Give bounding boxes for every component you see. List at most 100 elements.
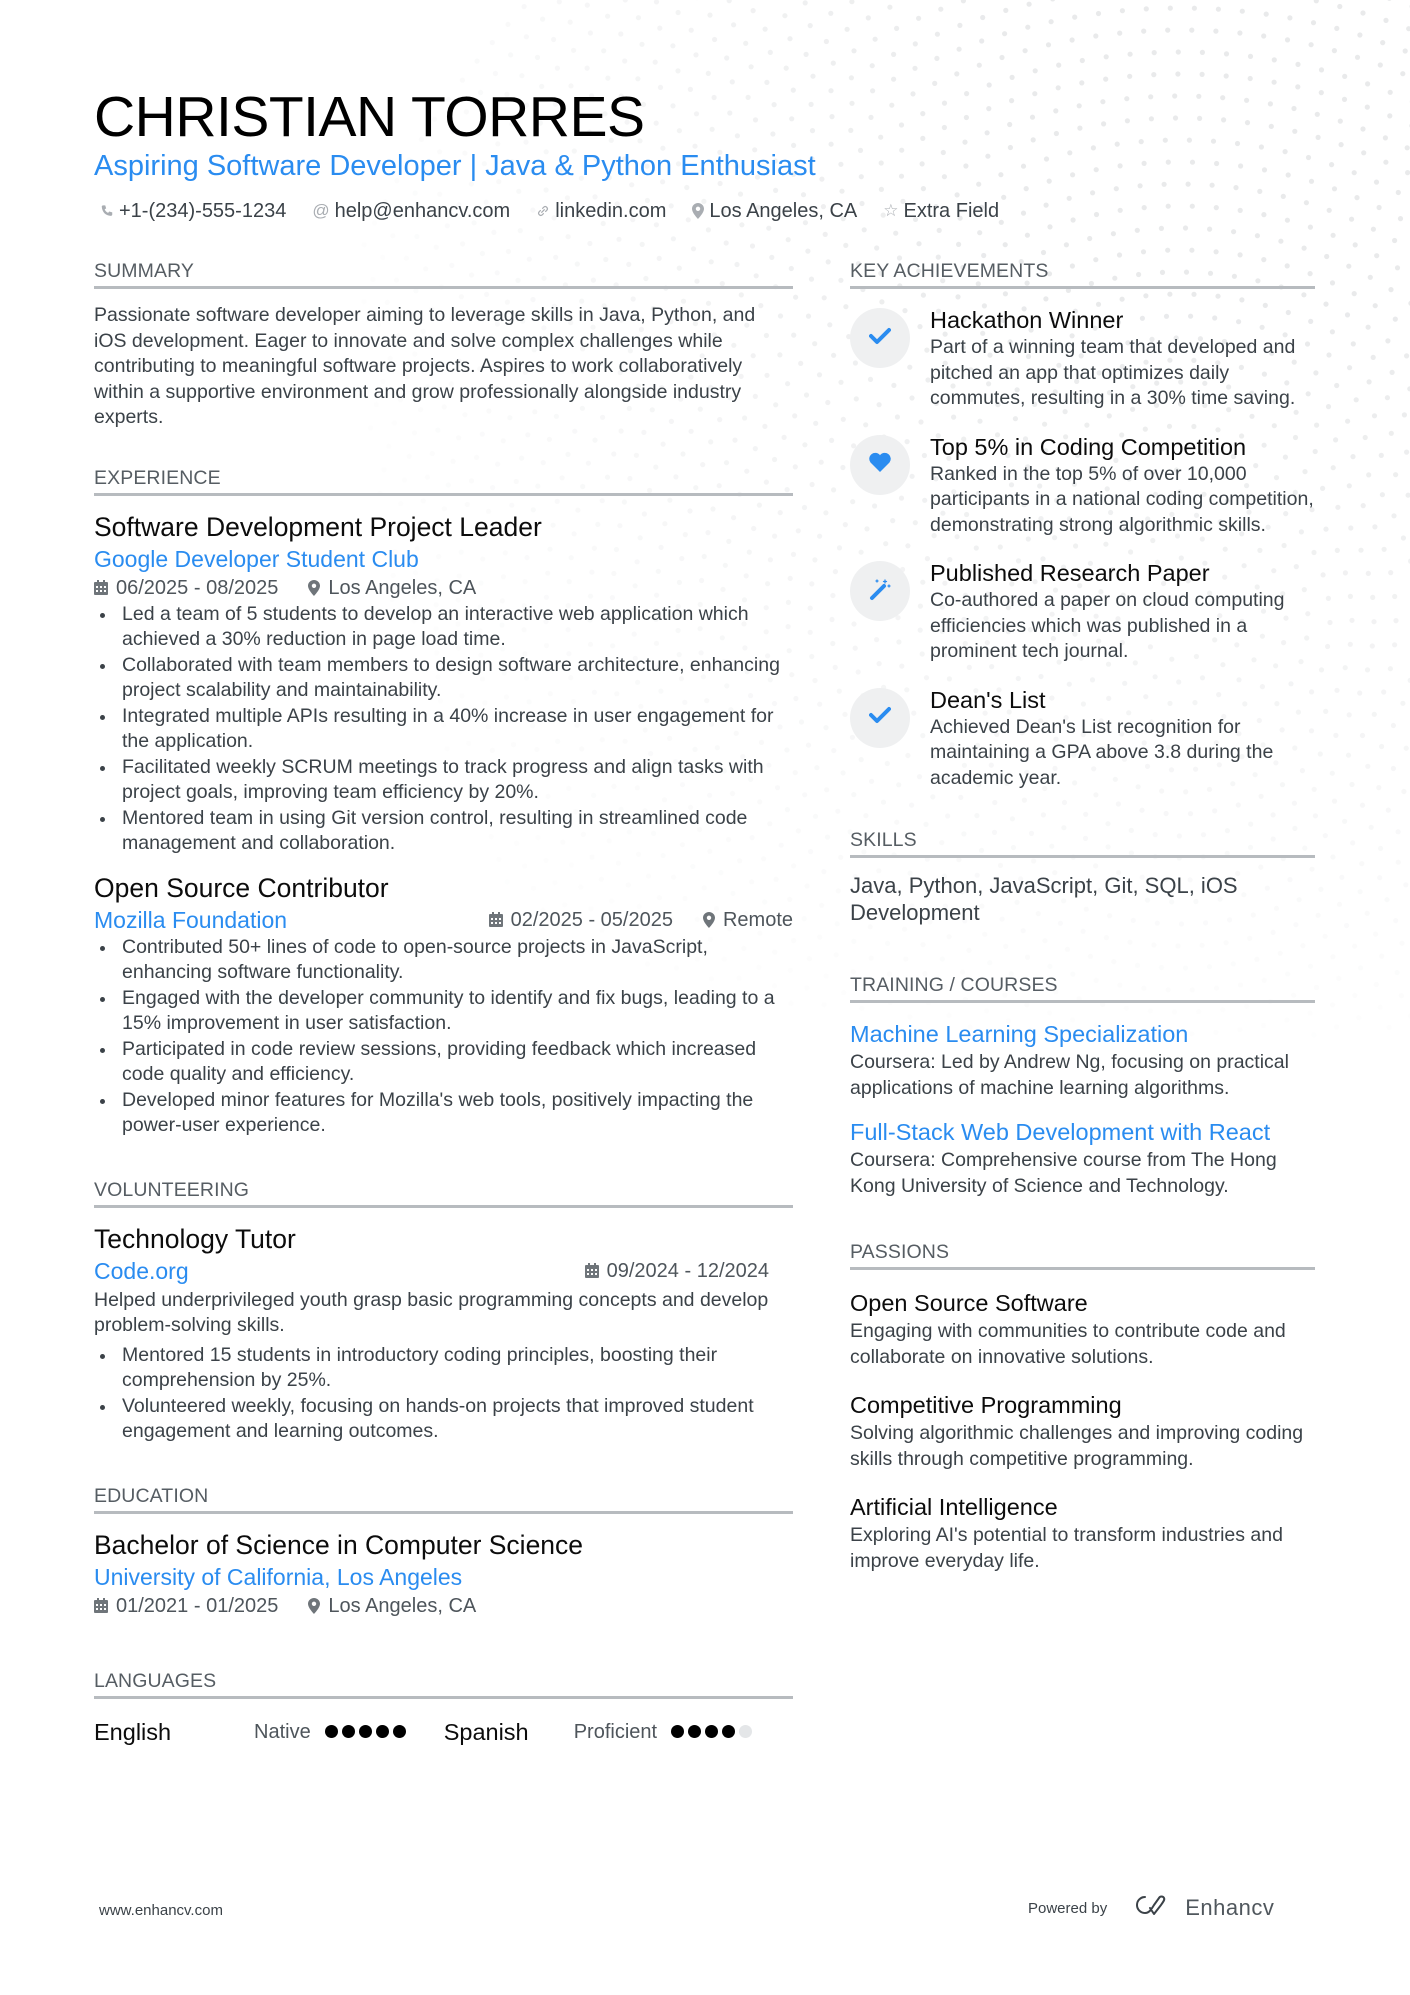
bullet-item: Led a team of 5 students to develop an i… — [94, 602, 793, 653]
job-location: Los Angeles, CA — [328, 576, 477, 599]
contact-email[interactable]: @ help@enhancv.com — [312, 197, 510, 225]
star-icon: ☆ — [883, 201, 899, 220]
languages-section: LANGUAGES English Native Spanish Profici… — [94, 1668, 793, 1747]
job-location: Remote — [722, 908, 793, 931]
section-heading: TRAINING / COURSES — [850, 972, 1315, 1003]
calendar-icon — [94, 580, 108, 595]
rating-dot-filled — [358, 1725, 372, 1738]
left-column: SUMMARY Passionate software developer ai… — [94, 258, 793, 1747]
location-icon — [692, 203, 705, 219]
rating-dot-filled — [688, 1725, 702, 1738]
passion-item: Open Source Software Engaging with commu… — [850, 1288, 1315, 1370]
achievement-description: Ranked in the top 5% of over 10,000 part… — [930, 462, 1314, 536]
contact-location: Los Angeles, CA — [692, 197, 857, 225]
job-bullets: Contributed 50+ lines of code to open-so… — [94, 935, 793, 1139]
bullet-item: Contributed 50+ lines of code to open-so… — [94, 935, 793, 986]
candidate-name: CHRISTIAN TORRES — [94, 85, 645, 149]
experience-entry: Open Source Contributor Mozilla Foundati… — [94, 871, 793, 1139]
summary-text: Passionate software developer aiming to … — [94, 304, 756, 428]
bullet-item: Engaged with the developer community to … — [94, 986, 793, 1037]
location-icon — [308, 1597, 321, 1614]
language-name: Spanish — [443, 1718, 529, 1745]
achievement-title: Top 5% in Coding Competition — [930, 433, 1247, 460]
rating-dot-filled — [722, 1725, 736, 1738]
experience-entry: Software Development Project Leader Goog… — [94, 510, 793, 857]
job-bullets: Led a team of 5 students to develop an i… — [94, 602, 793, 857]
achievement-title: Published Research Paper — [930, 560, 1210, 586]
location-icon — [308, 579, 321, 596]
summary-section: SUMMARY Passionate software developer ai… — [94, 258, 793, 431]
passion-description: Exploring AI's potential to transform in… — [850, 1524, 1283, 1572]
bullet-item: Developed minor features for Mozilla's w… — [94, 1088, 793, 1139]
role-meta: 09/2024 - 12/2024 — [584, 1257, 769, 1285]
footer-website[interactable]: www.enhancv.com — [99, 1902, 223, 1919]
achievement-description: Achieved Dean's List recognition for mai… — [930, 715, 1274, 789]
bullet-item: Volunteered weekly, focusing on hands-on… — [94, 1394, 793, 1445]
bullet-item: Integrated multiple APIs resulting in a … — [94, 704, 793, 755]
heart-icon — [868, 451, 892, 478]
section-heading: EXPERIENCE — [94, 465, 793, 496]
language-rating — [324, 1725, 406, 1738]
section-heading: LANGUAGES — [94, 1668, 793, 1699]
contact-row: +1-(234)-555-1234 @ help@enhancv.com lin… — [100, 197, 999, 225]
rating-dot-filled — [671, 1725, 685, 1738]
section-heading: EDUCATION — [94, 1483, 793, 1514]
magic-wand-icon — [868, 577, 892, 606]
training-section: TRAINING / COURSES Machine Learning Spec… — [850, 972, 1315, 1199]
passion-description: Engaging with communities to contribute … — [850, 1320, 1286, 1368]
language-rating — [671, 1725, 753, 1738]
passion-item: Competitive Programming Solving algorith… — [850, 1390, 1315, 1472]
rating-dot-filled — [324, 1725, 338, 1738]
passion-title: Competitive Programming — [850, 1392, 1122, 1418]
footer-branding: Powered by Enhancv — [1028, 1893, 1274, 1923]
section-heading: SKILLS — [850, 827, 1315, 858]
enhancv-logo[interactable]: Enhancv — [1131, 1893, 1274, 1923]
course-item: Full-Stack Web Development with React Co… — [850, 1117, 1315, 1199]
passion-title: Open Source Software — [850, 1290, 1088, 1316]
role-bullets: Mentored 15 students in introductory cod… — [94, 1343, 793, 1445]
role-description: Helped underprivileged youth grasp basic… — [94, 1288, 769, 1337]
calendar-icon — [584, 1263, 599, 1278]
language-name: English — [94, 1718, 172, 1745]
calendar-icon — [488, 912, 503, 927]
bullet-item: Facilitated weekly SCRUM meetings to tra… — [94, 755, 793, 806]
job-dates: 02/2025 - 05/2025 — [510, 908, 673, 931]
contact-extra: ☆ Extra Field — [883, 197, 999, 225]
organization[interactable]: Mozilla Foundation — [94, 905, 287, 935]
section-heading: KEY ACHIEVEMENTS — [850, 258, 1315, 289]
right-column: KEY ACHIEVEMENTS Hackathon Winner Part o… — [850, 258, 1315, 1574]
course-title[interactable]: Machine Learning Specialization — [850, 1019, 1315, 1050]
rating-dot-filled — [341, 1725, 355, 1738]
bullet-item: Participated in code review sessions, pr… — [94, 1037, 793, 1088]
calendar-icon — [94, 1598, 108, 1613]
degree: Bachelor of Science in Computer Science — [94, 1529, 584, 1560]
achievement-item: Hackathon Winner Part of a winning team … — [850, 305, 1315, 412]
language-level: Proficient — [573, 1720, 658, 1743]
skills-list: Java, Python, JavaScript, Git, SQL, iOS … — [850, 873, 1238, 925]
school[interactable]: University of California, Los Angeles — [94, 1562, 793, 1592]
bullet-item: Mentored team in using Git version contr… — [94, 806, 793, 857]
resume-page: CHRISTIAN TORRES Aspiring Software Devel… — [0, 0, 1410, 1995]
contact-linkedin[interactable]: linkedin.com — [536, 197, 666, 225]
education-dates: 01/2021 - 01/2025 — [116, 1594, 279, 1617]
achievements-section: KEY ACHIEVEMENTS Hackathon Winner Part o… — [850, 258, 1315, 791]
achievement-title: Dean's List — [930, 686, 1046, 713]
location-icon — [702, 911, 715, 928]
achievement-item: Published Research Paper Co-authored a p… — [850, 558, 1315, 665]
achievement-item: Top 5% in Coding Competition Ranked in t… — [850, 432, 1315, 539]
experience-section: EXPERIENCE Software Development Project … — [94, 465, 793, 1139]
organization[interactable]: Google Developer Student Club — [94, 544, 793, 574]
course-title[interactable]: Full-Stack Web Development with React — [850, 1117, 1315, 1148]
course-description: Coursera: Led by Andrew Ng, focusing on … — [850, 1051, 1289, 1099]
education-entry: Bachelor of Science in Computer Science … — [94, 1528, 793, 1620]
link-icon — [536, 204, 550, 218]
education-location: Los Angeles, CA — [328, 1594, 477, 1617]
role-title: Technology Tutor — [94, 1223, 296, 1254]
organization[interactable]: Code.org — [94, 1256, 189, 1286]
bullet-item: Collaborated with team members to design… — [94, 653, 793, 704]
contact-phone[interactable]: +1-(234)-555-1234 — [100, 197, 286, 225]
check-icon — [869, 327, 891, 350]
achievement-item: Dean's List Achieved Dean's List recogni… — [850, 685, 1315, 792]
passion-title: Artificial Intelligence — [850, 1494, 1058, 1520]
at-icon: @ — [312, 201, 330, 220]
